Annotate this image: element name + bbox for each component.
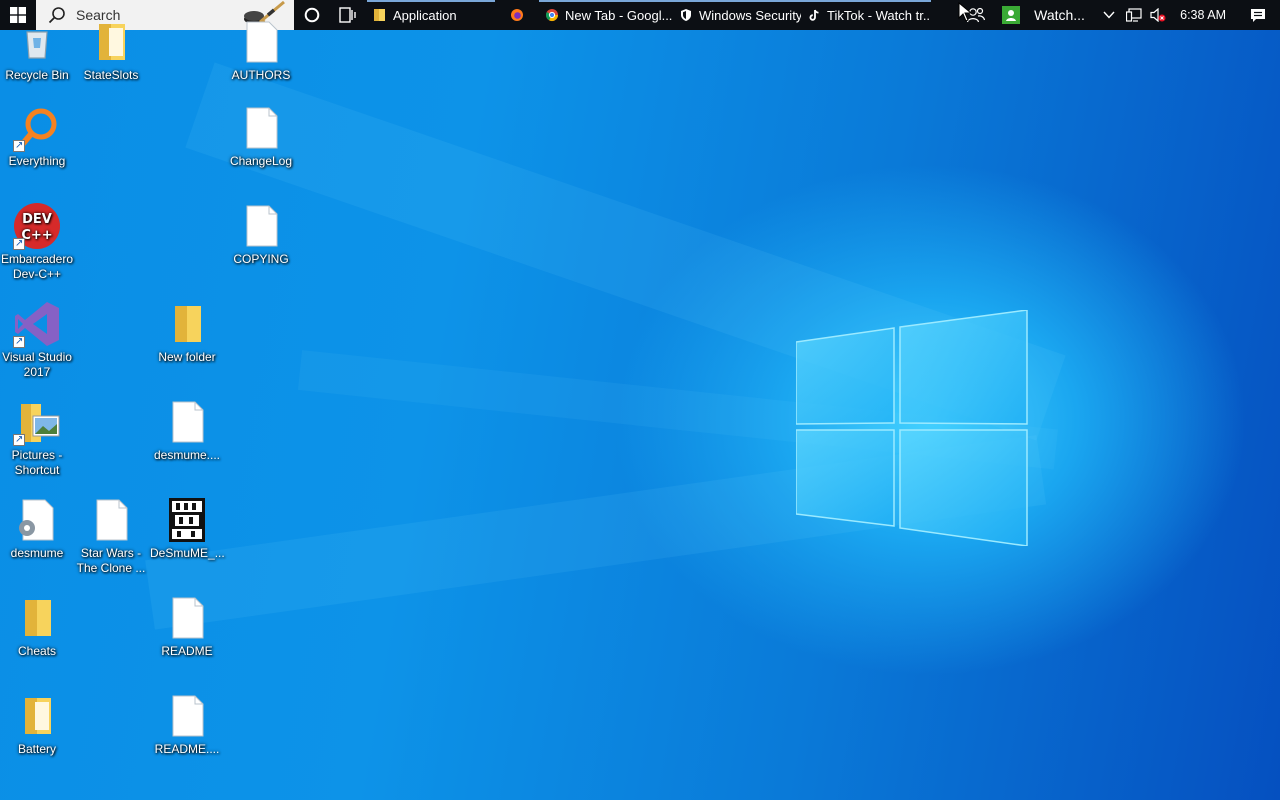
- taskbar: Search Application New Tab - Googl... Wi…: [0, 0, 1280, 30]
- desktop-icon-label: New folder: [158, 350, 216, 364]
- cortana-circle-icon: [304, 7, 320, 23]
- desktop-icon-label: desmume....: [153, 448, 221, 462]
- file-icon: [163, 594, 211, 642]
- file-icon: [163, 398, 211, 446]
- notification-icon: [1251, 8, 1265, 22]
- desktop-icon-new-folder[interactable]: New folder: [150, 300, 224, 365]
- desktop-icon-label: Embarcadero Dev-C++: [0, 252, 74, 281]
- desktop-icon-copying[interactable]: COPYING: [224, 202, 298, 267]
- task-view-icon: [339, 7, 356, 23]
- file-icon: [87, 496, 135, 544]
- taskbar-app-chrome[interactable]: New Tab - Googl...: [539, 0, 673, 30]
- taskbar-app-tiktok[interactable]: TikTok - Watch tr...: [801, 0, 931, 30]
- config-file-gear-icon: [13, 496, 61, 544]
- desktop-icon-visual-studio[interactable]: Visual Studio 2017: [0, 300, 74, 380]
- desktop-icon-readme-2[interactable]: README....: [150, 692, 224, 757]
- desktop-icon-recycle-bin[interactable]: Recycle Bin: [0, 18, 74, 83]
- desktop-icon-label: desmume: [10, 546, 64, 560]
- desktop-icon-label: Pictures - Shortcut: [11, 448, 63, 477]
- volume-button[interactable]: [1146, 0, 1170, 30]
- taskbar-app-explorer[interactable]: Application: [367, 0, 495, 30]
- shortcut-arrow-icon: [13, 138, 25, 153]
- volume-muted-icon: [1150, 8, 1166, 22]
- desktop-icon-authors[interactable]: AUTHORS: [224, 18, 298, 83]
- shortcut-arrow-icon: [13, 432, 25, 447]
- desktop-icon-label: DeSmuME_...: [150, 546, 225, 560]
- chevron-up-icon: [1103, 11, 1115, 19]
- file-icon: [237, 18, 285, 66]
- network-button[interactable]: [1122, 0, 1146, 30]
- folder-icon: [13, 594, 61, 642]
- folder-icon: [374, 9, 385, 21]
- folder-icon: [13, 692, 61, 740]
- desktop-icon-pictures-shortcut[interactable]: Pictures - Shortcut: [0, 398, 74, 478]
- shortcut-arrow-icon: [13, 334, 25, 349]
- svg-text:DEV: DEV: [22, 212, 52, 227]
- desktop-icon-label: README....: [154, 742, 220, 756]
- desktop-icon-label: StateSlots: [83, 68, 139, 82]
- desktop-icon-cheats[interactable]: Cheats: [0, 594, 74, 659]
- desktop-icon-desmume-config[interactable]: desmume: [0, 496, 74, 561]
- desktop-icon-devcpp[interactable]: DEV C++ Embarcadero Dev-C++: [0, 202, 74, 282]
- desktop-icon-label: AUTHORS: [231, 68, 291, 82]
- desktop-icon-label: Everything: [8, 154, 66, 168]
- visual-studio-icon: [13, 300, 61, 349]
- desktop-icon-label: Battery: [17, 742, 56, 756]
- show-hidden-icons-button[interactable]: [1096, 0, 1122, 30]
- system-tray: Watch... 6:38 AM: [956, 0, 1280, 30]
- desktop-icon-desmume-exe[interactable]: DeSmuME_...: [150, 496, 225, 561]
- desktop-icon-everything[interactable]: Everything: [0, 104, 74, 169]
- desktop-icon-changelog[interactable]: ChangeLog: [224, 104, 298, 169]
- taskbar-app-windows-security[interactable]: Windows Security: [673, 0, 801, 30]
- shortcut-arrow-icon: [13, 236, 25, 251]
- file-icon: [237, 104, 285, 152]
- taskbar-app-firefox[interactable]: [495, 0, 539, 30]
- network-icon: [1126, 8, 1142, 22]
- desmume-app-icon: [163, 496, 211, 544]
- task-view-button[interactable]: [330, 0, 366, 30]
- chrome-icon: [545, 9, 558, 22]
- file-icon: [163, 692, 211, 740]
- action-center-button[interactable]: [1236, 0, 1280, 30]
- pictures-folder-icon: [13, 398, 61, 447]
- dev-cpp-icon: DEV C++: [13, 202, 61, 251]
- taskbar-app-label: Windows Security: [699, 7, 801, 23]
- recycle-bin-icon: [13, 18, 61, 66]
- desktop-icon-stateslots[interactable]: StateSlots: [74, 18, 148, 83]
- cortana-button[interactable]: [294, 0, 330, 30]
- firefox-icon: [511, 9, 523, 21]
- desktop-icon-readme[interactable]: README: [150, 594, 224, 659]
- file-icon: [237, 202, 285, 250]
- folder-icon: [163, 300, 211, 348]
- taskbar-app-label: Watch...: [1034, 7, 1085, 23]
- desktop-icon-label: Star Wars - The Clone ...: [76, 546, 146, 575]
- taskbar-app-label: New Tab - Googl...: [565, 7, 673, 23]
- magnifier-orange-icon: [13, 104, 61, 153]
- taskbar-app-watch[interactable]: Watch...: [996, 0, 1096, 30]
- desktop-icon-desmume-file[interactable]: desmume....: [150, 398, 224, 463]
- green-app-icon: [1002, 6, 1021, 24]
- shield-icon: [681, 9, 691, 21]
- mouse-cursor-icon: [958, 2, 972, 22]
- taskbar-app-label: TikTok - Watch tr...: [827, 7, 931, 23]
- desktop-icon-label: COPYING: [233, 252, 289, 266]
- windows-wallpaper-logo: [796, 310, 1028, 546]
- desktop-icon-battery[interactable]: Battery: [0, 692, 74, 757]
- desktop-icon-label: README: [161, 644, 213, 658]
- clock[interactable]: 6:38 AM: [1170, 0, 1236, 30]
- desktop-icon-label: Cheats: [17, 644, 57, 658]
- desktop-icon-star-wars[interactable]: Star Wars - The Clone ...: [74, 496, 148, 576]
- taskbar-app-label: Application: [393, 7, 457, 23]
- svg-text:C++: C++: [21, 228, 52, 243]
- folder-icon: [87, 18, 135, 66]
- desktop-icon-label: Recycle Bin: [5, 68, 69, 82]
- desktop-icon-label: Visual Studio 2017: [2, 350, 72, 379]
- desktop-icon-label: ChangeLog: [229, 154, 293, 168]
- tiktok-icon: [809, 9, 819, 21]
